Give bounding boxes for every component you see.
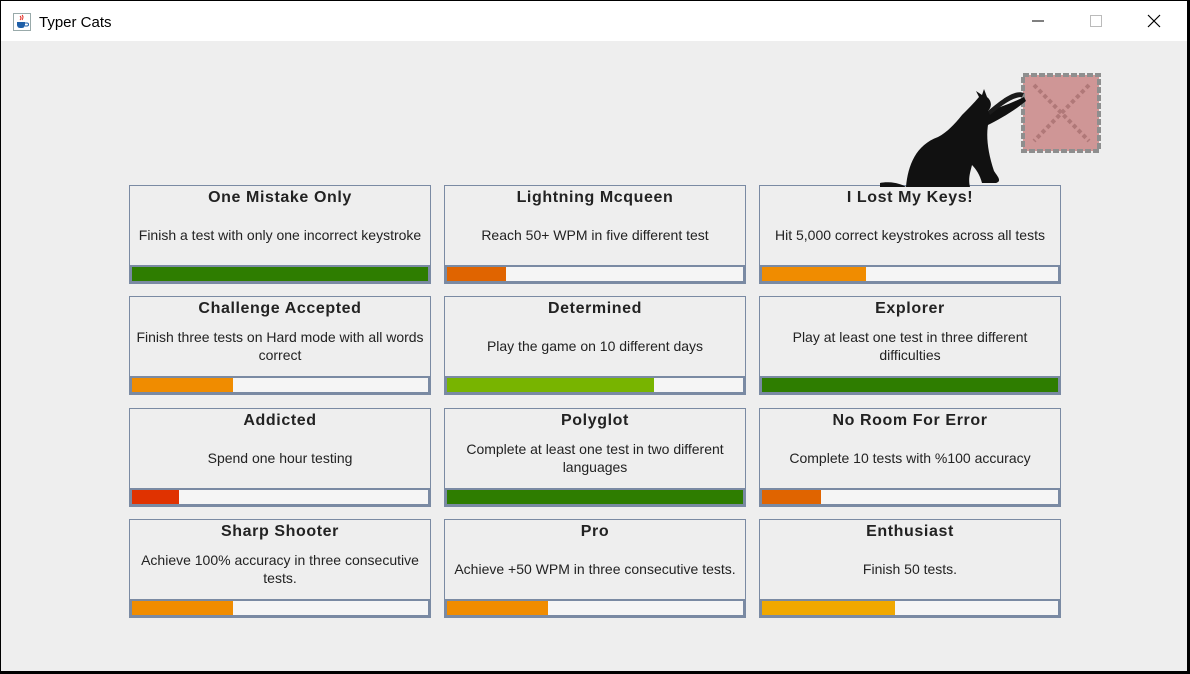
- app-window: Typer Cats One Mistake Only Finish a test…: [0, 0, 1188, 672]
- window-title: Typer Cats: [39, 14, 112, 31]
- achievement-progress-fill: [447, 378, 655, 392]
- achievement-description: Play the game on 10 different days: [486, 338, 704, 354]
- achievement-progress-fill: [447, 601, 548, 615]
- achievement-card: I Lost My Keys! Hit 5,000 correct keystro…: [759, 185, 1061, 284]
- achievement-description: Spend one hour testing: [207, 450, 353, 466]
- achievement-description: Complete 10 tests with %100 accuracy: [789, 450, 1031, 466]
- achievement-card: Polyglot Complete at least one test in tw…: [444, 408, 746, 507]
- achievement-card: Explorer Play at least one test in three …: [759, 296, 1061, 395]
- achievement-progress-bar: [130, 488, 430, 506]
- achievement-description: Hit 5,000 correct keystrokes across all …: [775, 227, 1045, 243]
- close-icon: [1147, 14, 1161, 28]
- achievement-progress-fill: [762, 267, 866, 281]
- achievement-progress-fill: [132, 490, 180, 504]
- achievement-card: Addicted Spend one hour testing: [129, 408, 431, 507]
- title-bar[interactable]: Typer Cats: [1, 1, 1187, 41]
- achievement-progress-bar: [445, 599, 745, 617]
- achievement-description: Finish three tests on Hard mode with all…: [136, 329, 424, 363]
- achievement-progress-bar: [130, 265, 430, 283]
- achievement-description: Finish a test with only one incorrect ke…: [138, 227, 422, 243]
- achievement-progress-bar: [445, 265, 745, 283]
- achievement-progress-fill: [447, 490, 743, 504]
- achievement-description: Achieve +50 WPM in three consecutive tes…: [454, 561, 736, 577]
- achievement-progress-bar: [130, 599, 430, 617]
- minimize-icon: [1032, 20, 1044, 22]
- achievement-progress-bar: [760, 376, 1060, 394]
- achievement-progress-fill: [132, 267, 428, 281]
- achievement-progress-bar: [760, 265, 1060, 283]
- achievement-progress-bar: [130, 376, 430, 394]
- achievement-card: Sharp Shooter Achieve 100% accuracy in th…: [129, 519, 431, 618]
- java-cup-icon: [13, 13, 31, 31]
- achievement-card: Lightning Mcqueen Reach 50+ WPM in five d…: [444, 185, 746, 284]
- close-button[interactable]: [1125, 1, 1183, 41]
- achievement-progress-fill: [132, 378, 233, 392]
- minimize-button[interactable]: [1009, 1, 1067, 41]
- achievement-card: No Room For Error Complete 10 tests with …: [759, 408, 1061, 507]
- achievement-description: Reach 50+ WPM in five different test: [481, 227, 709, 243]
- achievement-card: Enthusiast Finish 50 tests.: [759, 519, 1061, 618]
- achievement-description: Play at least one test in three differen…: [792, 329, 1028, 363]
- achievement-card: One Mistake Only Finish a test with only …: [129, 185, 431, 284]
- achievement-description: Complete at least one test in two differ…: [466, 441, 724, 475]
- achievement-card: Pro Achieve +50 WPM in three consecutive …: [444, 519, 746, 618]
- achievement-progress-fill: [447, 267, 507, 281]
- achievement-progress-fill: [762, 378, 1058, 392]
- achievement-card: Determined Play the game on 10 different …: [444, 296, 746, 395]
- achievement-progress-bar: [760, 488, 1060, 506]
- maximize-icon: [1090, 15, 1102, 27]
- achievement-description: Achieve 100% accuracy in three consecuti…: [141, 552, 419, 586]
- achievement-progress-fill: [762, 601, 896, 615]
- achievement-description: Finish 50 tests.: [862, 561, 958, 577]
- achievement-progress-fill: [132, 601, 233, 615]
- achievement-progress-bar: [760, 599, 1060, 617]
- achievement-progress-bar: [445, 376, 745, 394]
- maximize-button[interactable]: [1067, 1, 1125, 41]
- achievement-progress-bar: [445, 488, 745, 506]
- achievement-card: Challenge Accepted Finish three tests on …: [129, 296, 431, 395]
- achievement-progress-fill: [762, 490, 822, 504]
- black-cat-scratching-box-icon: [880, 73, 1101, 187]
